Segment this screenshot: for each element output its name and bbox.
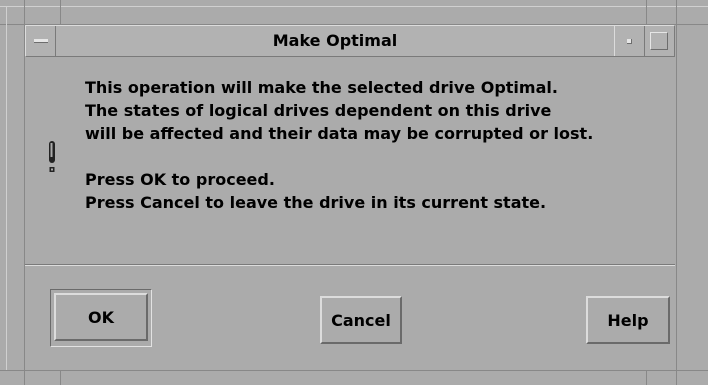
minimize-button[interactable] bbox=[614, 26, 644, 56]
button-separator bbox=[25, 264, 675, 266]
message-text: This operation will make the selected dr… bbox=[85, 76, 670, 214]
instruction-line: Press OK to proceed. bbox=[85, 170, 275, 189]
instruction-line: Press Cancel to leave the drive in its c… bbox=[85, 193, 547, 212]
frame-line-left-outer bbox=[6, 6, 7, 371]
window-menu-icon bbox=[34, 39, 48, 43]
message-gap bbox=[85, 145, 670, 168]
maximize-button[interactable] bbox=[644, 26, 674, 56]
frame-line-tick-bottom-right bbox=[646, 371, 647, 385]
warning-exclamation-icon bbox=[49, 141, 55, 172]
title-bar[interactable]: Make Optimal bbox=[25, 25, 675, 57]
minimize-icon bbox=[627, 39, 632, 44]
frame-line-tick-right bbox=[646, 0, 647, 24]
frame-line-bottom bbox=[0, 370, 708, 371]
dialog-content: This operation will make the selected dr… bbox=[25, 58, 675, 263]
ok-button[interactable]: OK bbox=[54, 293, 148, 341]
cancel-button[interactable]: Cancel bbox=[320, 296, 402, 344]
window-title: Make Optimal bbox=[272, 31, 398, 50]
frame-line-right bbox=[676, 0, 677, 385]
window-menu-button[interactable] bbox=[26, 26, 56, 56]
maximize-icon bbox=[650, 32, 668, 50]
help-button[interactable]: Help bbox=[586, 296, 670, 344]
message-line: The states of logical drives dependent o… bbox=[85, 101, 552, 120]
message-line: will be affected and their data may be c… bbox=[85, 124, 594, 143]
frame-line-top-light bbox=[0, 6, 708, 7]
message-line: This operation will make the selected dr… bbox=[85, 78, 558, 97]
frame-line-tick-bottom-left bbox=[60, 371, 61, 385]
dialog-window: Make Optimal This operation will make th… bbox=[0, 0, 708, 385]
frame-line-tick-left bbox=[60, 0, 61, 24]
